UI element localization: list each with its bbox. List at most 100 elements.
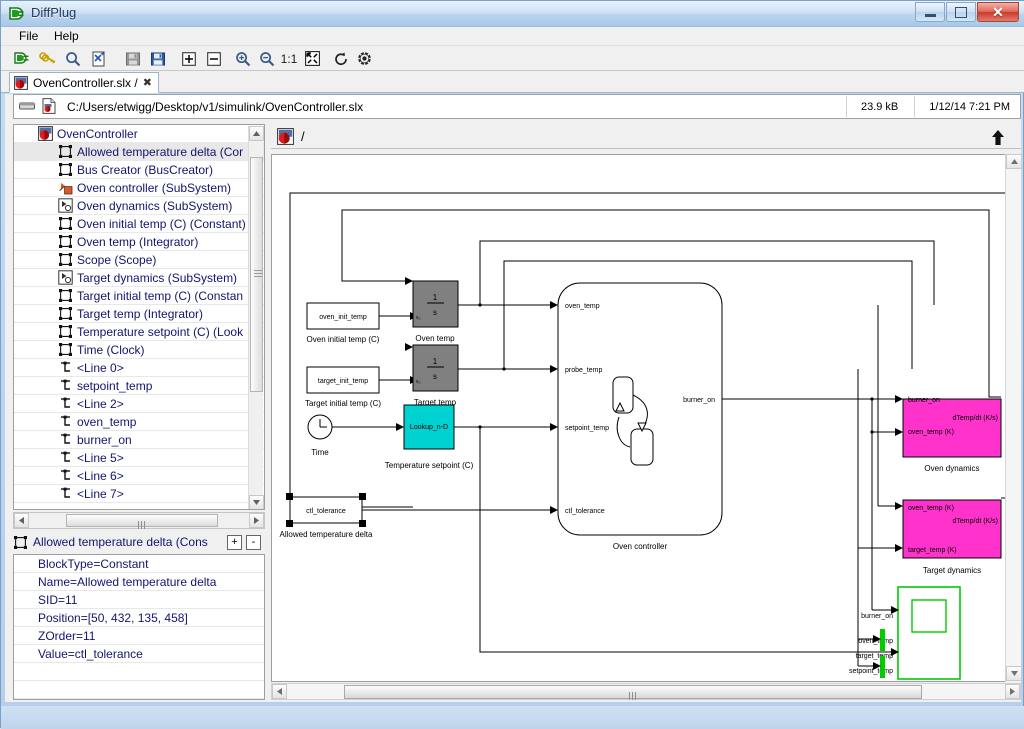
properties-expand-button[interactable]: + [227,534,242,550]
tab-close-icon[interactable]: ✖ [143,76,152,89]
up-arrow-icon[interactable] [989,128,1007,146]
target-dynamics-block[interactable]: oven_temp (K) target_temp (K) dTemp/dt (… [902,499,1002,575]
line-icon [58,396,73,411]
tree-item-row[interactable]: Bus Creator (BusCreator) [14,161,264,179]
search-icon[interactable] [62,48,84,69]
minimize-button[interactable] [915,2,945,22]
tree-scroll-left-button[interactable] [14,513,29,528]
oven-init-temp-block[interactable]: oven_init_temp Oven initial temp (C) [306,302,380,344]
tree-horizontal-scrollbar[interactable] [13,512,265,529]
tree-root-row[interactable]: OvenController [14,125,264,143]
status-bar [1,706,1024,729]
tree-item-row[interactable]: <Line 7> [14,485,264,503]
property-row[interactable]: SID=11 [14,591,264,609]
temperature-setpoint-block[interactable]: Lookup_n-D Temperature setpoint (C) [385,404,474,470]
tab-label: OvenController.slx / [33,75,138,90]
close-button[interactable]: ✕ [977,2,1019,22]
file-date-label: 1/12/14 7:21 PM [929,100,1010,113]
tree-item-row[interactable]: Target dynamics (SubSystem) [14,269,264,287]
tree-item-row[interactable]: Oven temp (Integrator) [14,233,264,251]
model-tree[interactable]: OvenController Allowed temperature delta … [13,124,265,510]
tree-item-row[interactable]: setpoint_temp [14,377,264,395]
tree-item-row[interactable]: <Line 0> [14,359,264,377]
property-row[interactable]: ZOrder=11 [14,627,264,645]
tree-item-label: oven_temp [77,414,137,429]
tree-item-row[interactable]: <Line 5> [14,449,264,467]
property-row[interactable]: BlockType=Constant [14,555,264,573]
collapse-all-icon[interactable] [203,48,225,69]
target-temp-port-label: x₀ [416,379,421,385]
zoom-actual-icon[interactable]: 1:1 [277,48,301,69]
save-icon[interactable] [122,48,144,69]
tree-item-label: burner_on [77,432,132,447]
tree-vertical-scrollbar[interactable] [248,126,264,509]
canvas-hscrollbar-thumb[interactable] [344,685,922,700]
tree-scroll-up-button[interactable] [249,126,264,141]
maximize-button[interactable] [946,2,976,22]
canvas-scroll-down-button[interactable] [1006,666,1022,681]
zoom-in-icon[interactable] [232,48,254,69]
tab-oven-controller[interactable]: OvenController.slx / ✖ [9,72,159,93]
property-row[interactable]: Position=[50, 432, 135, 458] [14,609,264,627]
target-dynamics-out-0: dTemp/dt (K/s) [952,518,998,525]
canvas-vertical-scrollbar[interactable] [1005,154,1022,682]
tree-item-row[interactable]: Oven dynamics (SubSystem) [14,197,264,215]
title-bar: DiffPlug ✕ [1,1,1024,27]
property-row[interactable] [14,681,264,699]
properties-list[interactable]: BlockType=Constant Name=Allowed temperatu… [13,554,265,700]
tree-item-row[interactable]: Scope (Scope) [14,251,264,269]
settings-icon[interactable] [353,48,375,69]
zoom-out-icon[interactable] [256,48,278,69]
application-window: Untitled - Paint DiffPlug ✕ File Help [0,0,1024,729]
tree-item-row[interactable]: oven_temp [14,413,264,431]
tree-item-row[interactable]: Oven initial temp (C) (Constant) [14,215,264,233]
menu-help[interactable]: Help [48,29,85,44]
tree-scroll-down-button[interactable] [249,495,264,509]
scope-block[interactable]: Scope burner_on oven_temp target_temp se… [849,586,961,681]
tree-item-row[interactable]: Target temp (Integrator) [14,305,264,323]
tree-item-row[interactable]: Temperature setpoint (C) (Look [14,323,264,341]
refresh-icon[interactable] [330,48,352,69]
tree-item-label: <Line 7> [77,486,124,501]
tree-item-row[interactable]: Oven controller (SubSystem) [14,179,264,197]
tree-item-row[interactable]: Target initial temp (C) (Constan [14,287,264,305]
save-as-icon[interactable] [147,48,169,69]
keys-icon[interactable] [37,48,59,69]
clear-filter-icon[interactable] [87,48,109,69]
property-row[interactable]: Name=Allowed temperature delta [14,573,264,591]
left-pane: OvenController Allowed temperature delta … [13,124,265,700]
canvas-scroll-left-button[interactable] [272,684,287,699]
property-row[interactable] [14,663,264,681]
target-init-temp-block[interactable]: target_init_temp Target initial temp (C) [305,366,381,408]
property-row[interactable]: Value=ctl_tolerance [14,645,264,663]
target-temp-block[interactable]: 1 s x₀ Target temp [412,344,459,407]
canvas-scroll-up-button[interactable] [1006,154,1022,169]
tree-item-row[interactable]: Allowed temperature delta (Cor [14,143,264,161]
tree-item-row[interactable]: <Line 6> [14,467,264,485]
scope-in-3: setpoint_temp [849,668,893,675]
tree-scrollbar-thumb[interactable] [250,157,263,392]
simulink-canvas[interactable]: oven_init_temp Oven initial temp (C) 1 s… [271,154,1021,682]
time-block[interactable]: Time [307,414,333,457]
menu-file[interactable]: File [13,29,44,44]
properties-collapse-button[interactable]: - [246,534,261,550]
tree-item-label: Allowed temperature delta (Cor [77,144,244,159]
oven-temp-den: s [433,308,437,317]
diffplug-icon[interactable] [11,48,33,69]
block-icon [58,324,73,339]
oven-dynamics-block[interactable]: burner_on oven_temp (K) dTemp/dt (K/s) O… [902,397,1002,473]
tree-item-row[interactable]: <Line 2> [14,395,264,413]
oven-controller-block[interactable]: oven_temp probe_temp setpoint_temp ctl_t… [557,282,723,551]
canvas-horizontal-scrollbar[interactable] [271,683,1021,700]
allowed-temperature-delta-block[interactable]: ctl_tolerance Allowed temperature delta [280,493,373,539]
simulink-file-icon [14,75,28,90]
tree-scroll-right-button[interactable] [249,513,264,528]
canvas-scroll-right-button[interactable] [1005,684,1020,699]
oven-temp-block[interactable]: 1 s x₀ Oven temp [412,280,459,343]
tree-item-row[interactable]: burner_on [14,431,264,449]
tree-hscrollbar-thumb[interactable] [66,514,218,529]
property-row[interactable] [14,699,264,700]
zoom-fit-icon[interactable] [301,48,323,69]
tree-item-row[interactable]: Time (Clock) [14,341,264,359]
expand-all-icon[interactable] [178,48,200,69]
